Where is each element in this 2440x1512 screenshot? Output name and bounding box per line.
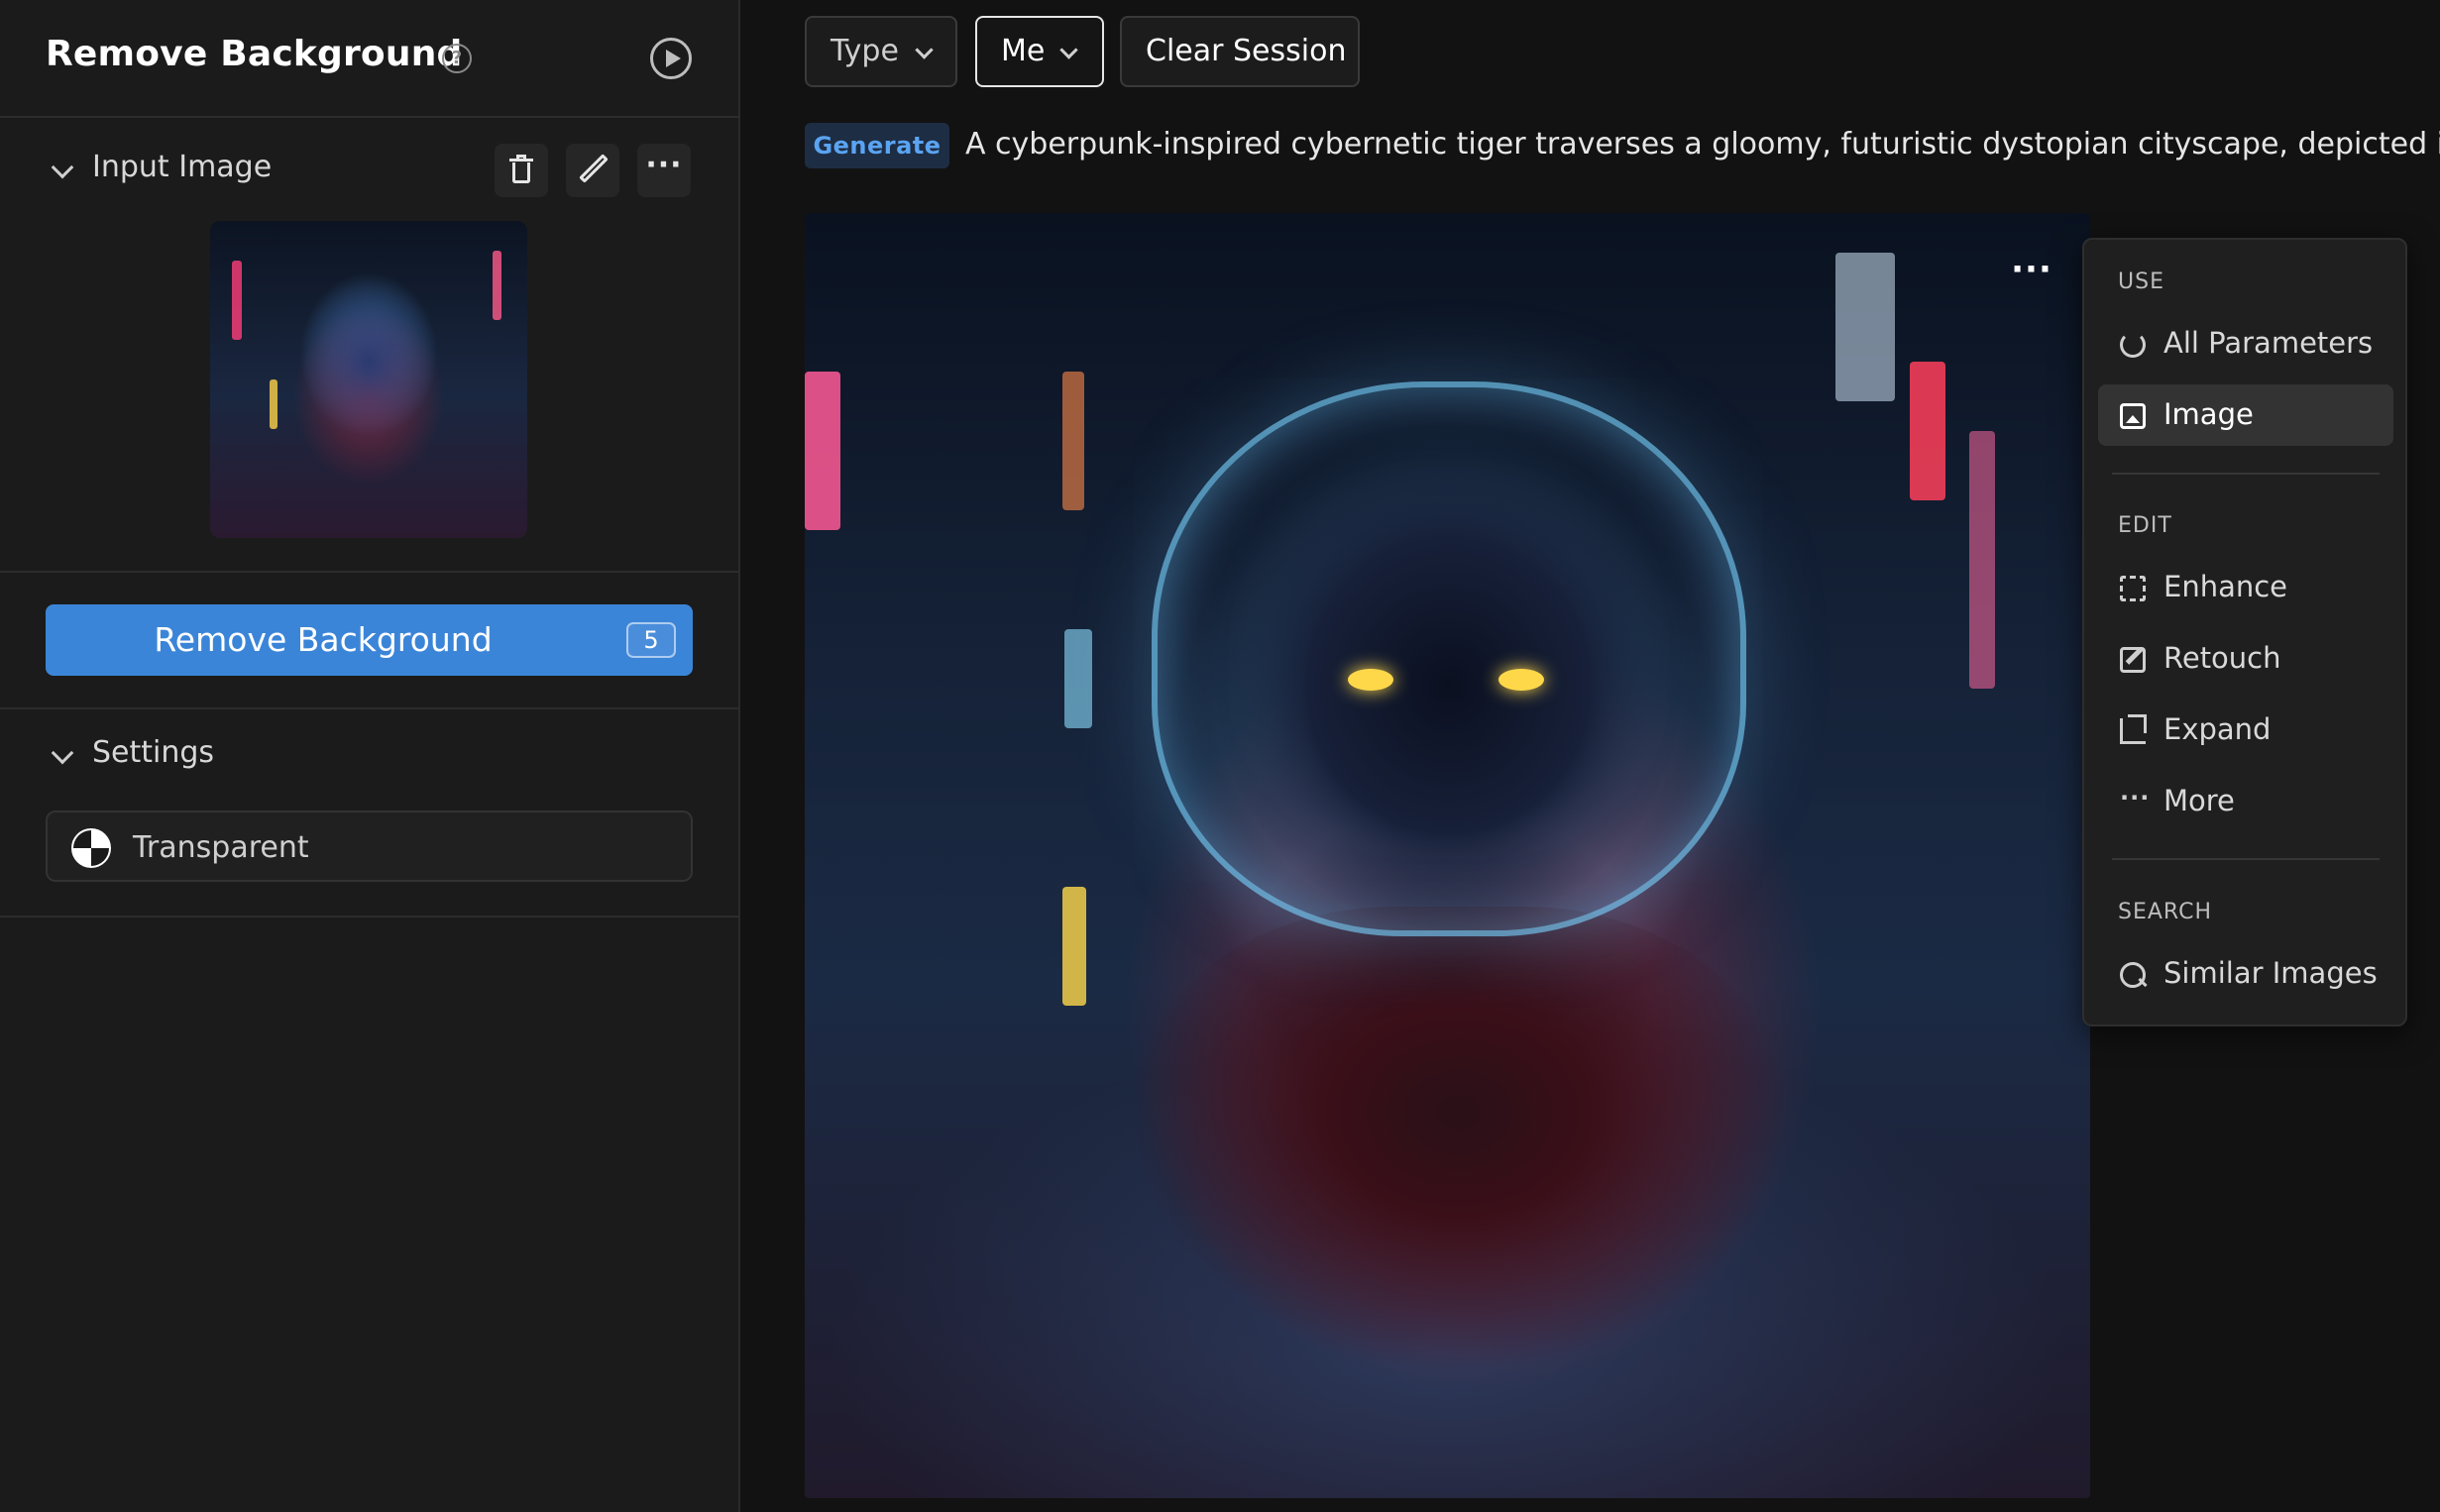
clear-session-label: Clear Session [1146, 34, 1347, 68]
retouch-icon [2120, 647, 2146, 673]
menu-item-label: More [2163, 784, 2235, 817]
menu-item-image[interactable]: Image [2098, 384, 2393, 446]
chevron-down-icon [915, 41, 934, 59]
menu-divider [2112, 858, 2380, 860]
owner-filter-dropdown[interactable]: Me [975, 16, 1104, 87]
menu-heading-use: USE [2118, 270, 2164, 294]
type-filter-label: Type [831, 34, 899, 68]
menu-item-more[interactable]: ··· More [2098, 771, 2393, 832]
background-select-value: Transparent [133, 830, 309, 865]
credit-count-badge: 5 [626, 622, 676, 658]
menu-item-label: Expand [2163, 712, 2272, 746]
help-icon[interactable]: ? [442, 44, 472, 73]
menu-item-label: Enhance [2163, 570, 2288, 603]
transparent-icon [71, 828, 111, 868]
chevron-down-icon [1059, 41, 1078, 59]
search-icon [2120, 962, 2146, 988]
menu-item-all-parameters[interactable]: All Parameters [2098, 313, 2393, 375]
generate-badge: Generate [805, 123, 949, 168]
image-icon [2120, 403, 2146, 429]
menu-item-enhance[interactable]: Enhance [2098, 557, 2393, 618]
clear-session-button[interactable]: Clear Session [1120, 16, 1360, 87]
background-select[interactable]: Transparent [46, 810, 693, 882]
type-filter-dropdown[interactable]: Type [805, 16, 957, 87]
action-section: Remove Background 5 [0, 573, 738, 709]
chevron-down-icon[interactable] [51, 741, 74, 765]
menu-divider [2112, 473, 2380, 475]
prompt-text: A cyberpunk-inspired cybernetic tiger tr… [965, 127, 2440, 162]
more-icon: ··· [2120, 784, 2151, 811]
page-title: Remove Background [46, 34, 463, 74]
remove-background-button[interactable]: Remove Background 5 [46, 604, 693, 676]
menu-item-expand[interactable]: Expand [2098, 700, 2393, 761]
sidebar-header: Remove Background ? [0, 0, 738, 118]
expand-icon [2120, 714, 2147, 744]
menu-item-label: Image [2163, 397, 2254, 431]
owner-filter-label: Me [1001, 34, 1046, 68]
menu-item-similar-images[interactable]: Similar Images [2098, 943, 2393, 1005]
more-icon[interactable]: ··· [637, 144, 691, 197]
settings-label: Settings [92, 735, 215, 770]
chevron-down-icon[interactable] [51, 156, 74, 179]
image-more-icon[interactable]: ··· [2002, 253, 2061, 292]
input-image-label: Input Image [92, 150, 273, 184]
menu-item-label: All Parameters [2163, 326, 2374, 360]
input-image-thumbnail[interactable] [210, 221, 527, 538]
menu-item-label: Retouch [2163, 641, 2281, 675]
input-image-section: Input Image ··· [0, 118, 738, 573]
menu-heading-edit: EDIT [2118, 513, 2172, 538]
image-context-menu: USE All Parameters Image EDIT Enhance Re… [2082, 238, 2407, 1026]
pencil-icon[interactable] [566, 144, 619, 197]
generated-image[interactable]: ··· [805, 213, 2090, 1498]
play-icon[interactable] [650, 38, 692, 79]
menu-item-retouch[interactable]: Retouch [2098, 628, 2393, 690]
trash-icon[interactable] [495, 144, 548, 197]
settings-section: Settings Transparent [0, 709, 738, 918]
sidebar: Remove Background ? Input Image ··· Remo… [0, 0, 740, 1512]
enhance-icon [2120, 576, 2146, 601]
menu-heading-search: SEARCH [2118, 900, 2213, 924]
remove-background-button-label: Remove Background [154, 620, 493, 659]
menu-item-label: Similar Images [2163, 956, 2378, 990]
refresh-icon [2120, 332, 2146, 358]
